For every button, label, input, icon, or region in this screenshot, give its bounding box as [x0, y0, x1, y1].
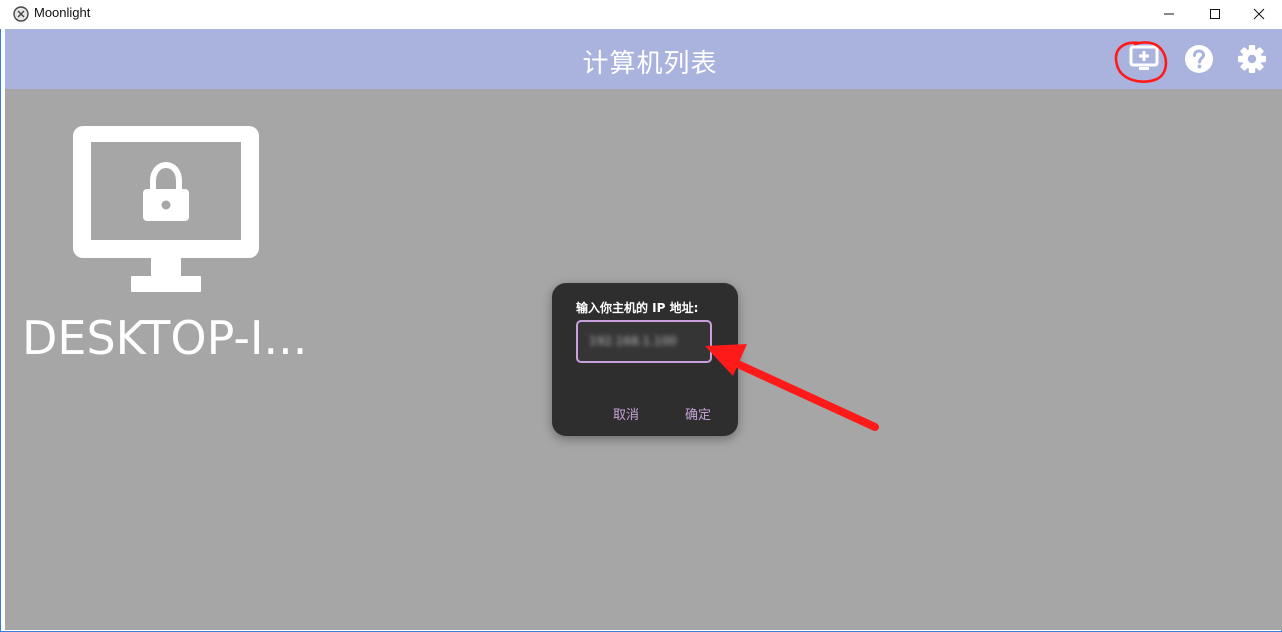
annotation-circle: [1114, 41, 1168, 83]
ip-prompt-label: 输入你主机的 IP 地址:: [576, 301, 699, 315]
cancel-button[interactable]: 取消: [613, 404, 639, 423]
ip-address-input[interactable]: 192.168.1.100: [576, 320, 712, 363]
close-icon: [1253, 8, 1265, 20]
computer-name: DESKTOP-I...: [22, 311, 308, 365]
page-title: 计算机列表: [582, 49, 718, 79]
moonlight-icon: [13, 6, 29, 22]
title-bar[interactable]: Moonlight: [0, 0, 1282, 29]
minimize-button[interactable]: [1146, 0, 1192, 29]
ip-address-value: 192.168.1.100: [589, 334, 677, 348]
maximize-button[interactable]: [1192, 0, 1238, 29]
app-bar: 计算机列表: [5, 29, 1282, 89]
help-button[interactable]: [1183, 43, 1215, 75]
maximize-icon: [1210, 9, 1220, 19]
settings-icon: [1238, 45, 1266, 73]
close-button[interactable]: [1236, 0, 1282, 29]
settings-button[interactable]: [1236, 43, 1268, 75]
window-title: Moonlight: [34, 5, 91, 20]
locked-monitor-icon: [73, 126, 259, 292]
minimize-icon: [1164, 13, 1174, 15]
annotation-arrow: [705, 344, 879, 431]
help-icon: [1185, 45, 1213, 73]
